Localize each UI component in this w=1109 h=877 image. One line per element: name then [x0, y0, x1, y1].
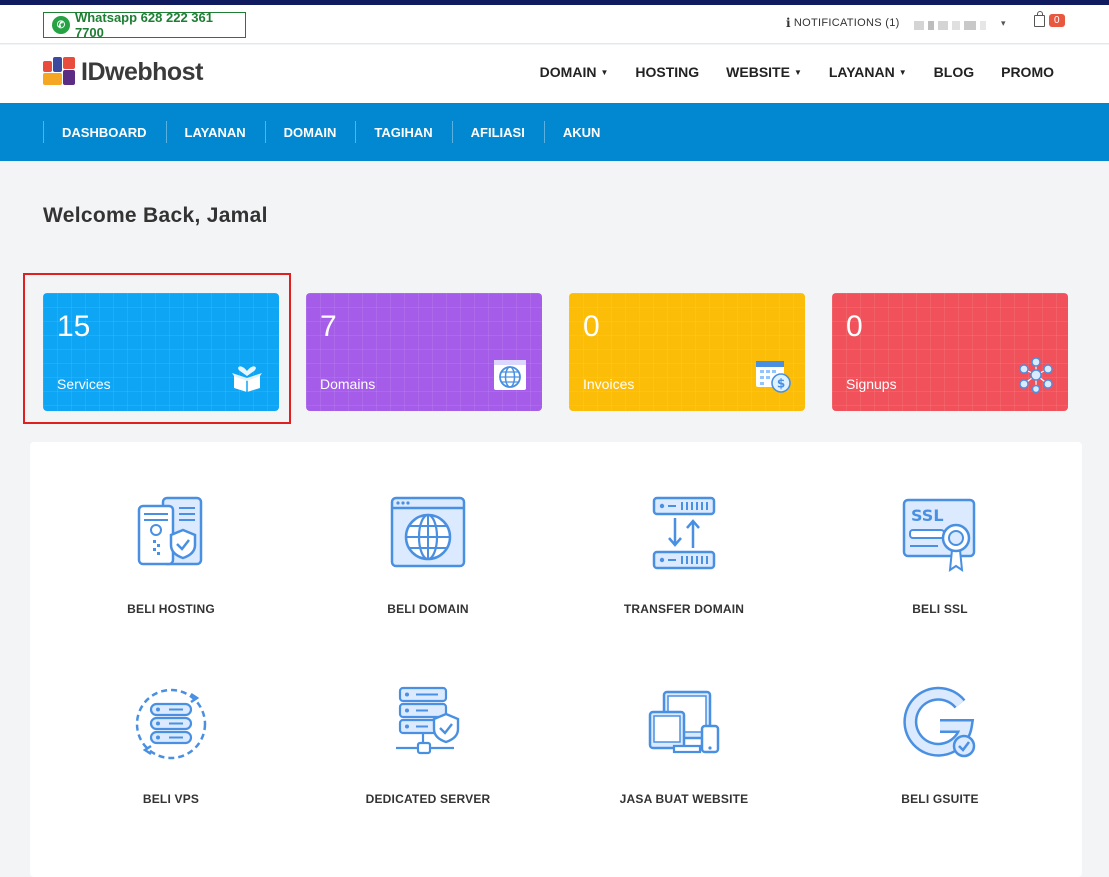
site-header: IDwebhost DOMAIN ▼ HOSTING WEBSITE ▼ LAYAN…: [0, 45, 1109, 103]
domain-globe-icon: [390, 496, 466, 568]
client-area-nav: DASHBOARD LAYANAN DOMAIN TAGIHAN AFILIAS…: [0, 103, 1109, 161]
notifications-link[interactable]: i NOTIFICATIONS (1): [786, 16, 900, 30]
dedicated-server-icon: [396, 686, 460, 755]
vps-server-icon: [135, 688, 207, 760]
ssl-certificate-icon: SSL: [902, 498, 976, 573]
nav-hosting-label: HOSTING: [635, 64, 700, 80]
whatsapp-icon: ✆: [52, 16, 70, 34]
tile-label: BELI GSUITE: [901, 792, 979, 806]
tile-jasa-buat-website[interactable]: JASA BUAT WEBSITE: [564, 684, 804, 806]
calendar-dollar-icon: $: [756, 361, 791, 393]
subnav-afiliasi[interactable]: AFILIASI: [451, 121, 544, 143]
nav-website[interactable]: WEBSITE ▼: [726, 64, 802, 80]
caret-down-icon: ▼: [793, 67, 802, 77]
tile-label: BELI DOMAIN: [387, 602, 469, 616]
svg-text:$: $: [777, 377, 785, 391]
stat-value: 15: [57, 310, 91, 343]
logo-mark-icon: [43, 57, 75, 87]
stat-label: Domains: [320, 376, 376, 392]
svg-text:SSL: SSL: [911, 506, 944, 525]
cart-count-badge: 0: [1049, 14, 1065, 27]
info-icon: i: [786, 16, 791, 30]
stat-value: 0: [846, 310, 863, 343]
stat-value: 7: [320, 310, 337, 343]
stat-card-invoices[interactable]: 0 Invoices $: [569, 293, 805, 411]
subnav-domain[interactable]: DOMAIN: [264, 121, 356, 143]
subnav-layanan[interactable]: LAYANAN: [165, 121, 265, 143]
tile-label: TRANSFER DOMAIN: [623, 602, 745, 616]
whatsapp-link[interactable]: ✆ Whatsapp 628 222 361 7700: [43, 10, 246, 40]
tile-label: BELI SSL: [912, 602, 968, 616]
subnav-tagihan[interactable]: TAGIHAN: [355, 121, 451, 143]
cart-button[interactable]: 0: [1034, 10, 1065, 27]
brand-name: IDwebhost: [81, 57, 203, 86]
top-bar: ✆ Whatsapp 628 222 361 7700 i NOTIFICATI…: [0, 5, 1109, 44]
stat-card-domains[interactable]: 7 Domains: [306, 293, 542, 411]
tile-beli-hosting[interactable]: BELI HOSTING: [51, 494, 291, 616]
transfer-icon: [652, 496, 716, 570]
stat-card-signups[interactable]: 0 Signups: [832, 293, 1068, 411]
tile-label: BELI VPS: [142, 792, 200, 806]
subnav-dashboard[interactable]: DASHBOARD: [43, 121, 166, 143]
tile-beli-gsuite[interactable]: BELI GSUITE: [820, 684, 1060, 806]
tile-label: JASA BUAT WEBSITE: [619, 792, 749, 806]
stat-card-services[interactable]: 15 Services: [43, 293, 279, 411]
tile-label: DEDICATED SERVER: [365, 792, 491, 806]
nav-promo-label: PROMO: [1001, 64, 1054, 80]
nav-hosting[interactable]: HOSTING: [635, 64, 699, 80]
nav-website-label: WEBSITE: [726, 64, 790, 80]
nav-layanan-label: LAYANAN: [828, 64, 895, 80]
nav-layanan[interactable]: LAYANAN ▼: [829, 64, 907, 80]
subnav-akun[interactable]: AKUN: [543, 121, 620, 143]
tile-beli-vps[interactable]: BELI VPS: [51, 684, 291, 806]
nav-blog[interactable]: BLOG: [934, 64, 974, 80]
caret-down-icon: ▼: [600, 67, 609, 77]
whatsapp-label: Whatsapp 628 222 361 7700: [74, 10, 213, 40]
tile-beli-ssl[interactable]: SSL BELI SSL: [820, 494, 1060, 616]
nav-domain[interactable]: DOMAIN ▼: [540, 64, 609, 80]
tile-transfer-domain[interactable]: TRANSFER DOMAIN: [564, 494, 804, 616]
tile-beli-domain[interactable]: BELI DOMAIN: [308, 494, 548, 616]
user-menu-blurred[interactable]: [914, 18, 994, 32]
hosting-icon: [137, 496, 203, 566]
gsuite-icon: [903, 686, 976, 758]
tile-label: BELI HOSTING: [127, 602, 215, 616]
user-caret-icon[interactable]: ▾: [1001, 18, 1006, 29]
brand-logo[interactable]: IDwebhost: [43, 57, 203, 87]
page-title: Welcome Back, Jamal: [43, 204, 268, 227]
network-icon: [1019, 357, 1053, 393]
nav-promo[interactable]: PROMO: [1001, 64, 1054, 80]
main-nav: DOMAIN ▼ HOSTING WEBSITE ▼ LAYANAN ▼ BLOG P…: [540, 64, 1054, 80]
tile-dedicated-server[interactable]: DEDICATED SERVER: [308, 684, 548, 806]
notifications-label: NOTIFICATIONS (1): [793, 17, 900, 29]
gift-box-icon: [232, 366, 262, 392]
globe-window-icon: [494, 360, 526, 390]
bag-icon: [1034, 10, 1045, 27]
stat-label: Signups: [846, 376, 897, 392]
quick-actions-panel: BELI HOSTING BELI DOMAIN TRANSFER DOMAIN…: [30, 442, 1082, 877]
stat-value: 0: [583, 310, 600, 343]
caret-down-icon: ▼: [898, 67, 907, 77]
devices-icon: [648, 690, 720, 754]
nav-blog-label: BLOG: [933, 64, 975, 80]
nav-domain-label: DOMAIN: [539, 64, 597, 80]
stat-label: Invoices: [583, 376, 635, 392]
stat-label: Services: [57, 376, 111, 392]
